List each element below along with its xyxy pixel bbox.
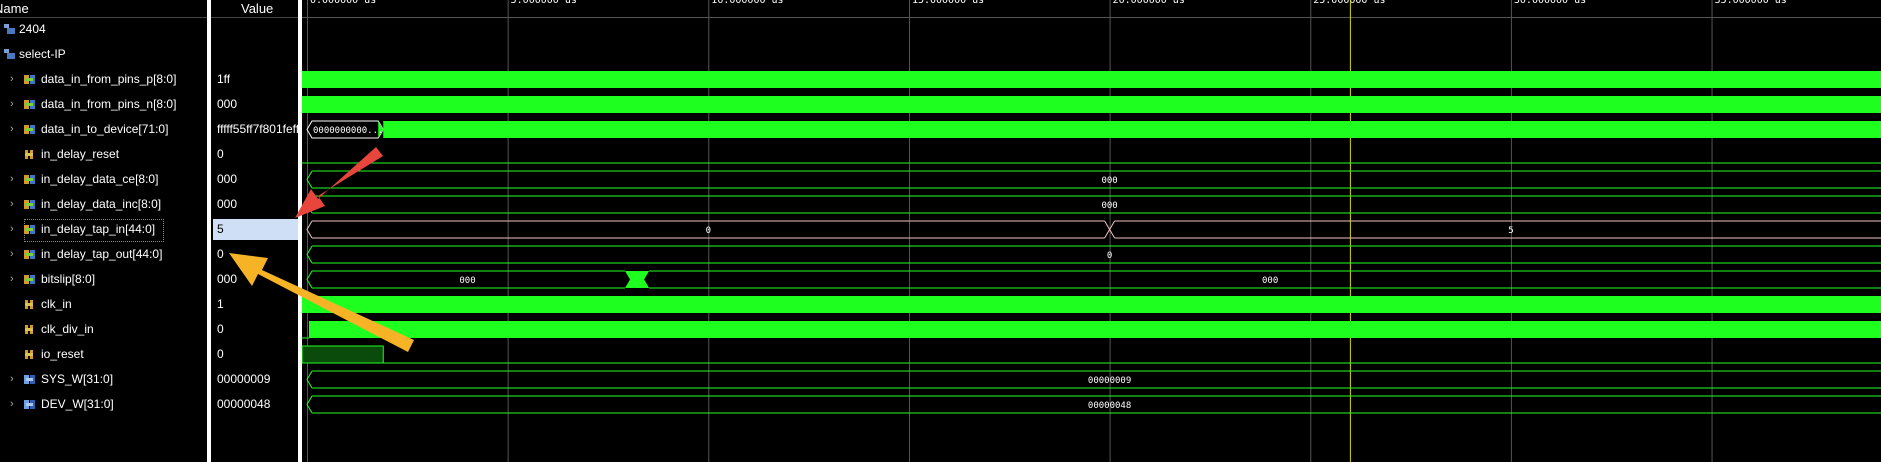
annotation-overlay <box>229 147 414 352</box>
red-arrow <box>295 147 383 218</box>
yellow-arrow <box>229 253 414 352</box>
